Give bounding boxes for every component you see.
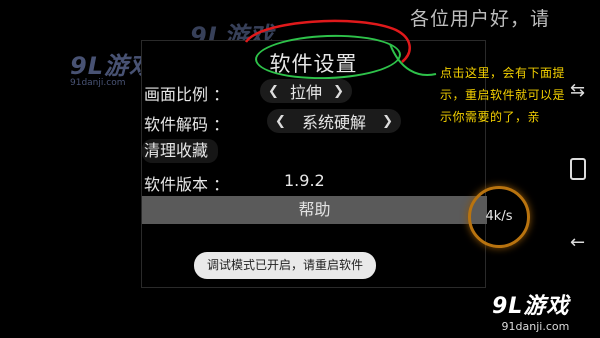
green-pointer-line (389, 43, 437, 76)
annotation-note: 点击这里，会有下面提 示，重启软件就可以是 示你需要的了，亲 (440, 62, 580, 128)
download-speed-indicator[interactable]: 4k/s (468, 186, 530, 248)
red-scribble-mark (244, 19, 411, 63)
watermark-bottom-right: 9L游戏 91danji.com (492, 288, 569, 333)
annotation-line: 示，重启软件就可以是 (440, 88, 566, 102)
recent-apps-icon[interactable]: ⇆ (570, 80, 585, 101)
home-square-icon[interactable] (570, 158, 586, 180)
watermark-url: 91danji.com (501, 320, 570, 333)
annotation-line: 点击这里，会有下面提 (440, 66, 566, 80)
back-arrow-icon[interactable]: ← (570, 232, 585, 253)
annotation-line: 示你需要的了，亲 (440, 110, 541, 124)
watermark-logo: 9L游戏 (492, 294, 570, 319)
navigation-bar: ⇆ ← (560, 60, 600, 270)
